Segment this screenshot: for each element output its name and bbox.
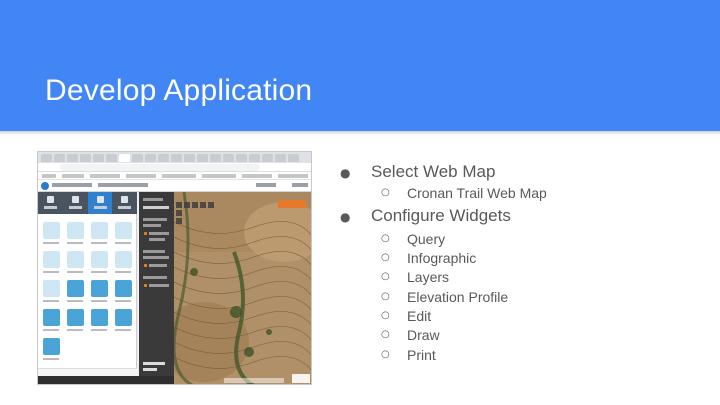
browser-tab [54, 154, 65, 162]
widget-slot[interactable] [67, 309, 84, 326]
sub-bullet-cronan-trail-web-map: Cronan Trail Web Map [407, 185, 547, 201]
bullet-marker: ● [340, 210, 351, 224]
sub-bullet-marker: ○ [381, 271, 390, 282]
title-bar-shadow [0, 131, 720, 135]
browser-tab [236, 154, 247, 162]
widget-tab[interactable] [87, 192, 113, 214]
web-appbuilder-screenshot [37, 151, 312, 385]
browser-address-bar [38, 163, 311, 172]
widget-slot[interactable] [91, 280, 108, 297]
widget-slot[interactable] [67, 251, 84, 268]
bookmark [242, 174, 272, 178]
widget-slot[interactable] [115, 222, 132, 239]
sub-bullet-marker: ○ [381, 349, 390, 360]
browser-tab [106, 154, 117, 162]
sub-bullet-edit: Edit [407, 308, 432, 324]
widget-slot[interactable] [67, 280, 84, 297]
browser-tab [288, 154, 299, 162]
widget-icon [96, 196, 104, 203]
browser-tab [93, 154, 104, 162]
widget-slot[interactable] [43, 222, 60, 239]
satellite-imagery [174, 192, 311, 384]
browser-tab [171, 154, 182, 162]
app-subtitle [98, 183, 148, 187]
bullet-marker: ● [340, 166, 351, 180]
app-name [52, 183, 92, 187]
url-field [60, 164, 260, 171]
sub-bullet-marker: ○ [381, 252, 390, 263]
bookmark [278, 174, 308, 178]
bookmarks-bar [38, 172, 311, 180]
sub-bullet-elevation-profile: Elevation Profile [407, 289, 509, 305]
header-link [256, 183, 276, 187]
browser-tab [158, 154, 169, 162]
user-menu [292, 183, 308, 187]
browser-tab [41, 154, 52, 162]
bookmark [62, 174, 84, 178]
bullet-configure-widgets: Configure Widgets [371, 206, 511, 225]
sub-bullet-marker: ○ [381, 291, 390, 302]
bookmark [202, 174, 236, 178]
widget-slot[interactable] [43, 338, 60, 355]
browser-tab [67, 154, 78, 162]
sub-bullet-infographic: Infographic [407, 250, 477, 266]
slide-title: Develop Application [45, 74, 313, 107]
map-view[interactable] [174, 192, 311, 384]
attribute-icon [121, 196, 129, 203]
browser-tab [210, 154, 221, 162]
builder-left-panel [38, 192, 137, 376]
browser-tab [145, 154, 156, 162]
theme-icon [47, 196, 54, 203]
attribute-tab[interactable] [112, 192, 137, 214]
bullet-select-web-map: Select Web Map [371, 162, 496, 181]
sub-bullet-draw: Draw [407, 327, 440, 343]
builder-footer [38, 368, 137, 376]
sub-bullet-marker: ○ [381, 329, 390, 340]
map-tab[interactable] [63, 192, 88, 214]
widget-slot[interactable] [91, 309, 108, 326]
widget-slot[interactable] [91, 251, 108, 268]
bookmark [162, 174, 196, 178]
builder-tabs [38, 192, 137, 214]
theme-tab[interactable] [38, 192, 63, 214]
builder-status-bar [38, 376, 174, 384]
browser-tab [197, 154, 208, 162]
widget-slot[interactable] [115, 280, 132, 297]
browser-tab [249, 154, 260, 162]
sub-bullet-marker: ○ [381, 310, 390, 321]
widget-slot[interactable] [43, 251, 60, 268]
browser-tab [275, 154, 286, 162]
app-header [38, 180, 311, 192]
widget-config-panel [139, 192, 174, 376]
sub-bullet-marker: ○ [381, 233, 390, 244]
sub-bullet-print: Print [407, 347, 436, 363]
browser-tab [184, 154, 195, 162]
browser-tab [262, 154, 273, 162]
browser-tab [223, 154, 234, 162]
title-bar [0, 0, 720, 131]
widget-slot[interactable] [115, 309, 132, 326]
browser-tab-active [119, 154, 130, 162]
browser-tab [132, 154, 143, 162]
slide: Develop Application ● Select Web Map ○ C… [0, 0, 720, 405]
widget-slot[interactable] [67, 222, 84, 239]
bookmark [126, 174, 156, 178]
sub-bullet-layers: Layers [407, 269, 450, 285]
bookmark [90, 174, 120, 178]
web-appbuilder-logo-icon [41, 182, 49, 190]
widget-slot[interactable] [43, 280, 60, 297]
bookmark [42, 174, 56, 178]
widget-slot[interactable] [91, 222, 108, 239]
map-icon [71, 196, 79, 203]
sub-bullet-marker: ○ [381, 187, 390, 198]
browser-tab [80, 154, 91, 162]
widget-slot[interactable] [115, 251, 132, 268]
browser-tab-strip [38, 152, 311, 163]
widget-slot[interactable] [43, 309, 60, 326]
sub-bullet-query: Query [407, 231, 446, 247]
